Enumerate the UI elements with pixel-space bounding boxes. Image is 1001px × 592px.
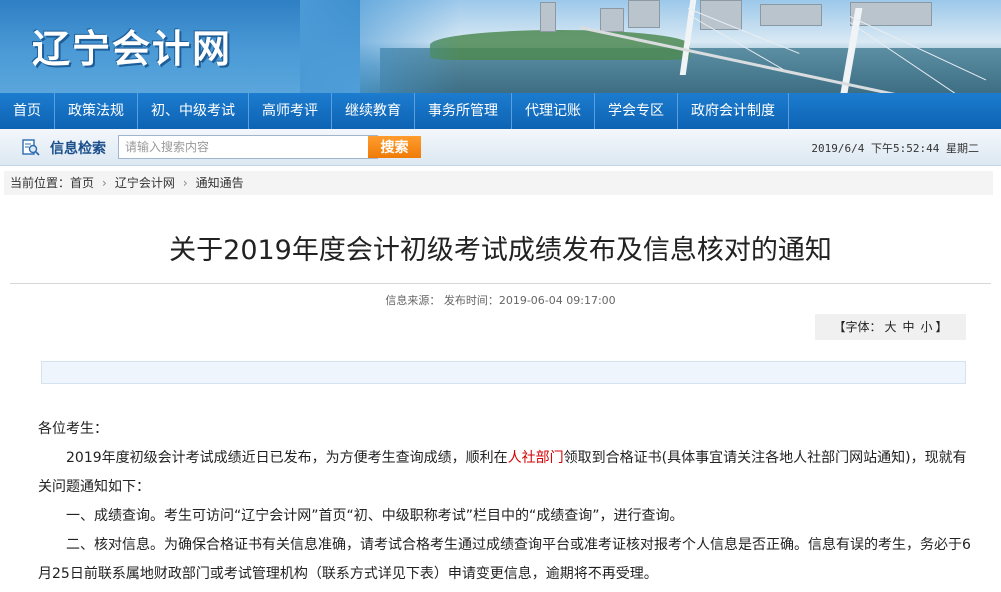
nav-item-bookkeeping[interactable]: 代理记账 (512, 93, 595, 129)
font-size-prefix: 【字体： (833, 320, 882, 334)
article-title: 关于2019年度会计初级考试成绩发布及信息核对的通知 (169, 235, 832, 266)
paragraph-1-text-a: 2019年度初级会计考试成绩近日已发布，为方便考生查询成绩，顺利在 (66, 450, 508, 466)
banner-building (628, 0, 660, 28)
search-label: 信息检索 (50, 141, 106, 157)
paragraph-3: 二、核对信息。为确保合格证书有关信息准确，请考试合格考生通过成绩查询平台或准考证… (38, 537, 971, 582)
main-nav: 首页 政策法规 初、中级考试 高师考评 继续教育 事务所管理 代理记账 学会专区… (0, 93, 1001, 129)
search-input[interactable] (118, 135, 378, 159)
breadcrumb-link-notices[interactable]: 通知通告 (196, 176, 244, 190)
article-body: 各位考生： 2019年度初级会计考试成绩近日已发布，为方便考生查询成绩，顺利在人… (38, 415, 973, 589)
info-strip (41, 361, 966, 384)
search-button[interactable]: 搜索 (368, 136, 421, 158)
hr-department-link[interactable]: 人社部门 (508, 450, 564, 466)
nav-item-policy[interactable]: 政策法规 (55, 93, 138, 129)
breadcrumb-link-site[interactable]: 辽宁会计网 (115, 176, 175, 190)
chevron-right-icon: › (182, 176, 188, 190)
nav-item-continuing-education[interactable]: 继续教育 (332, 93, 415, 129)
breadcrumb-prefix: 当前位置： (10, 176, 71, 190)
title-divider (10, 283, 991, 284)
font-size-suffix: 】 (935, 320, 948, 334)
chevron-right-icon: › (102, 176, 107, 190)
banner-building (600, 8, 624, 32)
nav-item-society[interactable]: 学会专区 (595, 93, 678, 129)
font-size-medium[interactable]: 中 (899, 320, 917, 334)
greeting: 各位考生： (38, 421, 108, 437)
current-datetime: 2019/6/4 下午5:52:44 星期二 (811, 142, 979, 155)
banner-fade (300, 0, 460, 93)
nav-item-exam[interactable]: 初、中级考试 (138, 93, 249, 129)
search-bar: 信息检索 搜索 2019/6/4 下午5:52:44 星期二 (0, 129, 1001, 166)
site-banner: 辽宁会计网 (0, 0, 1001, 93)
nav-item-gov-accounting[interactable]: 政府会计制度 (678, 93, 789, 129)
breadcrumb: 当前位置：首页 › 辽宁会计网 › 通知通告 (4, 171, 993, 195)
nav-item-firm-management[interactable]: 事务所管理 (415, 93, 512, 129)
banner-island (430, 30, 690, 60)
paragraph-2: 一、成绩查询。考生可访问“辽宁会计网”首页“初、中级职称考试”栏目中的“成绩查询… (66, 508, 684, 524)
paragraph-1: 2019年度初级会计考试成绩近日已发布，为方便考生查询成绩，顺利在人社部门领取到… (38, 444, 973, 502)
breadcrumb-link-home[interactable]: 首页 (70, 176, 94, 190)
search-icon (22, 139, 40, 156)
font-size-small[interactable]: 小 (918, 320, 936, 334)
banner-building (760, 4, 822, 26)
nav-item-home[interactable]: 首页 (0, 93, 55, 129)
nav-item-senior-review[interactable]: 高师考评 (249, 93, 332, 129)
font-size-control: 【字体：大中小】 (815, 314, 966, 340)
site-logo[interactable]: 辽宁会计网 (32, 18, 232, 73)
article-meta: 信息来源： 发布时间：2019-06-04 09:17:00 (385, 294, 616, 307)
font-size-large[interactable]: 大 (881, 320, 899, 334)
banner-building (540, 2, 556, 32)
